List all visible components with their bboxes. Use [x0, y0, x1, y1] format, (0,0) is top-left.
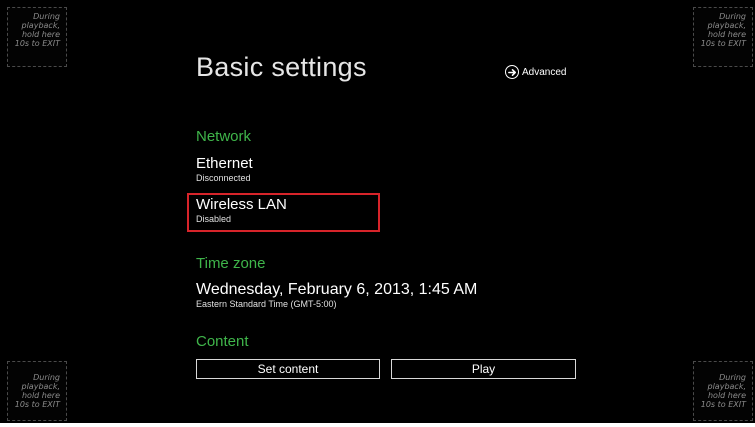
content-heading: Content	[196, 333, 249, 350]
play-button[interactable]: Play	[391, 359, 576, 379]
advanced-label: Advanced	[522, 66, 567, 78]
time-zone-item[interactable]: Wednesday, February 6, 2013, 1:45 AM Eas…	[196, 280, 477, 309]
ethernet-title: Ethernet	[196, 155, 253, 172]
time-zone-heading: Time zone	[196, 255, 266, 272]
exit-hint-bottom-left[interactable]: During playback, hold here 10s to EXIT	[7, 361, 67, 421]
set-content-button[interactable]: Set content	[196, 359, 380, 379]
exit-hint-bottom-right[interactable]: During playback, hold here 10s to EXIT	[693, 361, 753, 421]
exit-hint-top-left[interactable]: During playback, hold here 10s to EXIT	[7, 7, 67, 67]
time-zone-name: Eastern Standard Time (GMT-5:00)	[196, 299, 337, 309]
advanced-button[interactable]: Advanced	[505, 65, 566, 79]
network-heading: Network	[196, 128, 252, 145]
settings-screen: During playback, hold here 10s to EXIT D…	[0, 0, 755, 423]
ethernet-item[interactable]: Ethernet Disconnected	[196, 155, 253, 183]
wireless-lan-highlight	[187, 193, 380, 232]
current-datetime: Wednesday, February 6, 2013, 1:45 AM	[196, 281, 478, 298]
ethernet-status: Disconnected	[196, 173, 251, 183]
arrow-right-circle-icon	[505, 65, 519, 79]
page-title: Basic settings	[196, 52, 367, 82]
exit-hint-top-right[interactable]: During playback, hold here 10s to EXIT	[693, 7, 753, 67]
